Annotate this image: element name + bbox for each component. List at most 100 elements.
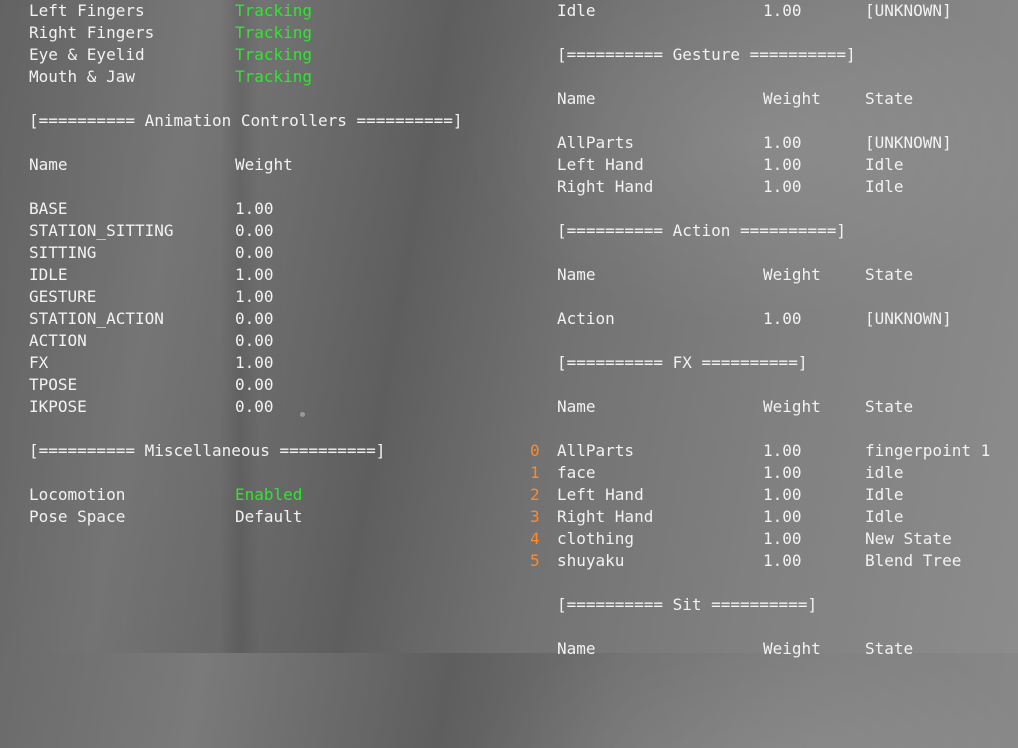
- gesture-layer-row: Right Hand 1.00 Idle: [557, 176, 1012, 198]
- column-header-name: Name: [557, 397, 596, 416]
- fx-column-headers: Name Weight State: [557, 396, 1012, 418]
- right-panel: Idle 1.00 [UNKNOWN] [========== Gesture …: [530, 0, 1012, 660]
- controller-weight: 1.00: [235, 287, 274, 306]
- idle-layer-row: Idle 1.00 [UNKNOWN]: [557, 0, 1012, 22]
- layer-weight: 1.00: [763, 309, 802, 328]
- layer-weight: 1.00: [763, 529, 802, 548]
- fx-layer-row: 3 Right Hand 1.00 Idle: [530, 506, 1012, 528]
- section-header-miscellaneous: [========== Miscellaneous ==========]: [29, 441, 386, 460]
- tracking-label: Mouth & Jaw: [29, 67, 135, 86]
- layer-weight: 1.00: [763, 507, 802, 526]
- layer-weight: 1.00: [763, 441, 802, 460]
- layer-weight: 1.00: [763, 551, 802, 570]
- controller-name: FX: [29, 353, 49, 372]
- layer-state: Idle: [865, 177, 904, 196]
- controller-weight: 0.00: [235, 331, 274, 350]
- layer-index: 2: [530, 485, 540, 504]
- layer-name: AllParts: [557, 133, 635, 152]
- controller-weight: 1.00: [235, 353, 274, 372]
- layer-state: [UNKNOWN]: [865, 309, 952, 328]
- layer-weight: 1.00: [763, 133, 802, 152]
- controller-name: SITTING: [29, 243, 97, 262]
- gesture-column-headers: Name Weight State: [557, 88, 1012, 110]
- tracking-label: Right Fingers: [29, 23, 155, 42]
- column-header-weight: Weight: [763, 89, 821, 108]
- layer-name: Right Hand: [557, 177, 654, 196]
- anim-controller-row: STATION_SITTING 0.00: [29, 220, 499, 242]
- layer-name: AllParts: [557, 441, 635, 460]
- layer-index: 1: [530, 463, 540, 482]
- column-header-name: Name: [29, 155, 68, 174]
- column-header-state: State: [865, 639, 914, 658]
- controller-name: STATION_SITTING: [29, 221, 174, 240]
- layer-name: Left Hand: [557, 485, 644, 504]
- misc-row-locomotion: Locomotion Enabled: [29, 484, 499, 506]
- column-header-name: Name: [557, 265, 596, 284]
- layer-index: 3: [530, 507, 540, 526]
- tracking-status: Tracking: [235, 45, 313, 64]
- layer-state: fingerpoint 1: [865, 441, 991, 460]
- tracking-label: Eye & Eyelid: [29, 45, 145, 64]
- layer-state: Blend Tree: [865, 551, 962, 570]
- column-header-weight: Weight: [763, 397, 821, 416]
- controller-name: BASE: [29, 199, 68, 218]
- layer-state: Idle: [865, 507, 904, 526]
- gesture-list: AllParts 1.00 [UNKNOWN] Left Hand 1.00 Idle Ri…: [557, 132, 1012, 198]
- tracking-status: Tracking: [235, 67, 313, 86]
- fx-list: 0 AllParts 1.00 fingerpoint 1 1 face 1.00 idle 2…: [530, 440, 1012, 572]
- column-header-weight: Weight: [763, 265, 821, 284]
- column-header-name: Name: [557, 89, 596, 108]
- tracking-status: Tracking: [235, 1, 313, 20]
- fx-layer-row: 1 face 1.00 idle: [530, 462, 1012, 484]
- layer-state: Idle: [865, 485, 904, 504]
- column-header-weight: Weight: [235, 155, 293, 174]
- layer-weight: 1.00: [763, 1, 802, 20]
- action-list: Action 1.00 [UNKNOWN]: [557, 308, 1012, 330]
- anim-controller-row: STATION_ACTION 0.00: [29, 308, 499, 330]
- column-header-state: State: [865, 265, 914, 284]
- layer-state: idle: [865, 463, 904, 482]
- anim-controller-row: TPOSE 0.00: [29, 374, 499, 396]
- layer-name: Right Hand: [557, 507, 654, 526]
- anim-controller-row: IDLE 1.00: [29, 264, 499, 286]
- gesture-layer-row: AllParts 1.00 [UNKNOWN]: [557, 132, 1012, 154]
- controller-weight: 1.00: [235, 265, 274, 284]
- tracking-status: Tracking: [235, 23, 313, 42]
- anim-controllers-column-headers: Name Weight: [29, 154, 499, 176]
- layer-index: 4: [530, 529, 540, 548]
- layer-name: shuyaku: [557, 551, 625, 570]
- controller-weight: 1.00: [235, 199, 274, 218]
- anim-controllers-list: BASE 1.00 STATION_SITTING 0.00 SITTING 0.00 ID…: [29, 198, 499, 418]
- tracking-row: Right Fingers Tracking: [29, 22, 499, 44]
- controller-weight: 0.00: [235, 221, 274, 240]
- misc-row-pose-space: Pose Space Default: [29, 506, 499, 528]
- anim-controller-row: GESTURE 1.00: [29, 286, 499, 308]
- misc-value: Default: [235, 507, 303, 526]
- layer-name: Action: [557, 309, 615, 328]
- controller-name: IKPOSE: [29, 397, 87, 416]
- sit-column-headers: Name Weight State: [557, 638, 1012, 660]
- section-header-fx: [========== FX ==========]: [557, 353, 808, 372]
- tracking-row: Left Fingers Tracking: [29, 0, 499, 22]
- controller-name: IDLE: [29, 265, 68, 284]
- fx-layer-row: 5 shuyaku 1.00 Blend Tree: [530, 550, 1012, 572]
- layer-name: Left Hand: [557, 155, 644, 174]
- layer-weight: 1.00: [763, 177, 802, 196]
- anim-controller-row: IKPOSE 0.00: [29, 396, 499, 418]
- layer-state: New State: [865, 529, 952, 548]
- layer-state: Idle: [865, 155, 904, 174]
- layer-state: [UNKNOWN]: [865, 1, 952, 20]
- layer-name: Idle: [557, 1, 596, 20]
- layer-index: 5: [530, 551, 540, 570]
- column-header-state: State: [865, 397, 914, 416]
- fx-layer-row: 0 AllParts 1.00 fingerpoint 1: [530, 440, 1012, 462]
- tracking-row: Eye & Eyelid Tracking: [29, 44, 499, 66]
- section-header-animation-controllers: [========== Animation Controllers ======…: [29, 111, 463, 130]
- tracking-label: Left Fingers: [29, 1, 145, 20]
- controller-weight: 0.00: [235, 309, 274, 328]
- controller-name: GESTURE: [29, 287, 97, 306]
- column-header-state: State: [865, 89, 914, 108]
- left-panel: Left Fingers Tracking Right Fingers Trac…: [29, 0, 499, 528]
- section-header-sit: [========== Sit ==========]: [557, 595, 818, 614]
- column-header-weight: Weight: [763, 639, 821, 658]
